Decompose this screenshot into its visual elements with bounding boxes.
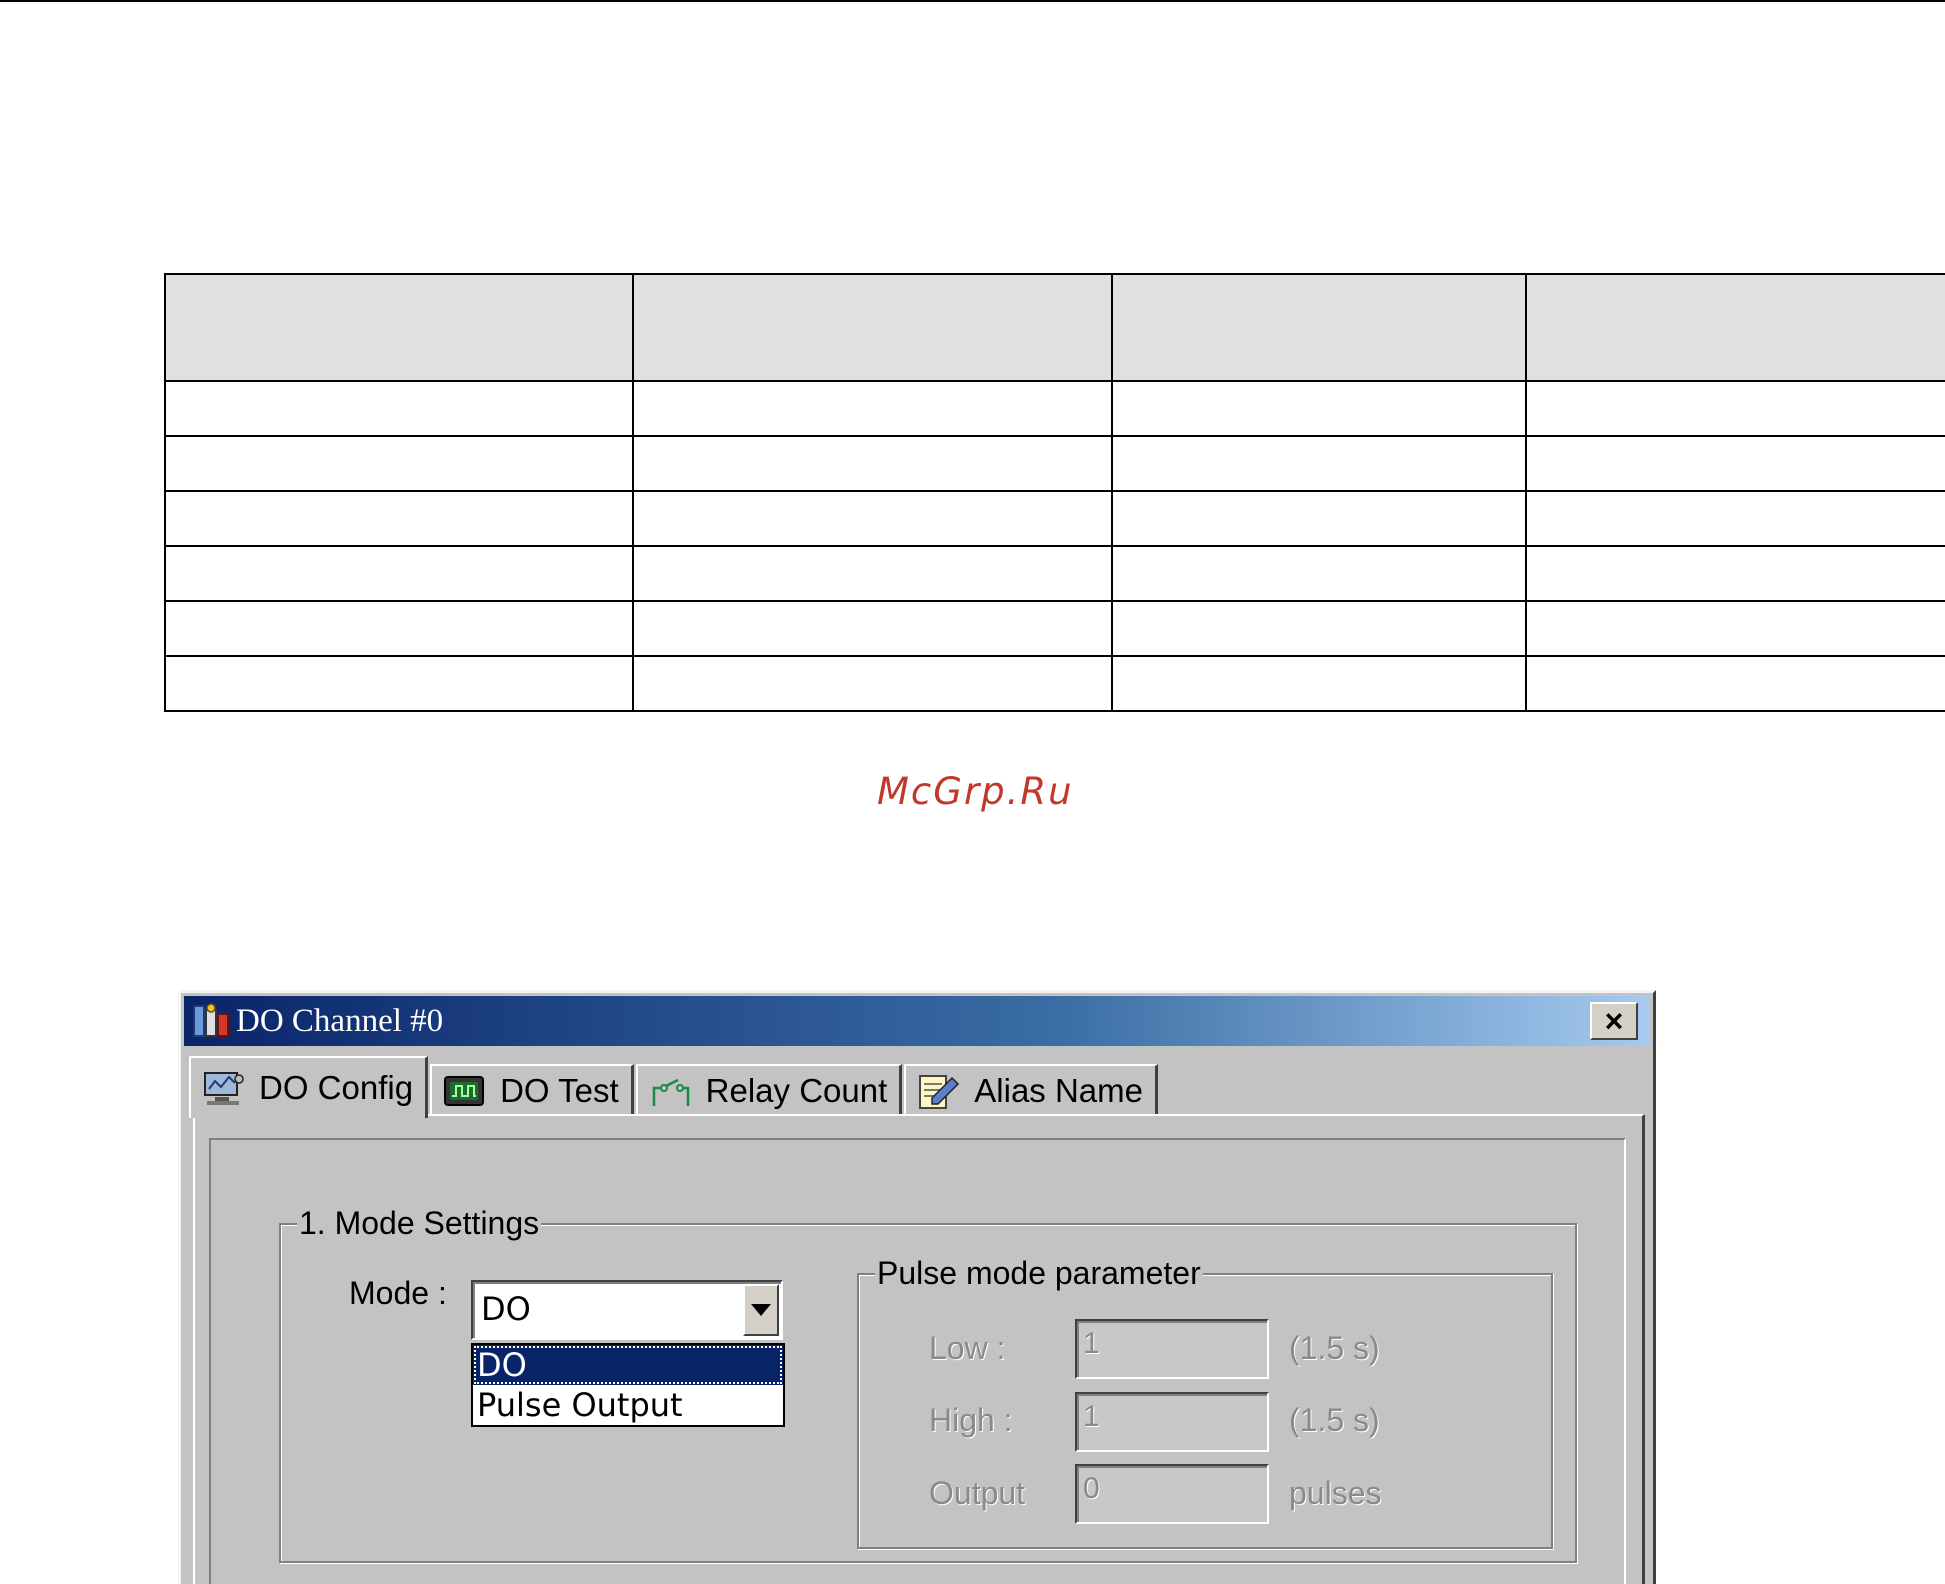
table-cell xyxy=(632,490,1113,547)
table-row xyxy=(164,435,1945,492)
table-cell xyxy=(632,380,1113,437)
table-cell xyxy=(1111,490,1527,547)
panel-inner-frame: 1. Mode Settings Mode : DO DO Pulse Outp… xyxy=(209,1138,1626,1584)
config-icon xyxy=(201,1069,245,1107)
table-cell xyxy=(1525,435,1945,492)
table-cell xyxy=(632,655,1113,712)
mode-select-value: DO xyxy=(481,1290,531,1328)
close-button[interactable]: × xyxy=(1590,1002,1638,1040)
high-input[interactable]: 1 xyxy=(1075,1392,1269,1452)
low-input-value: 1 xyxy=(1083,1327,1100,1360)
data-table xyxy=(164,273,1945,712)
oscilloscope-icon xyxy=(442,1072,486,1110)
tab-panel-do-config: 1. Mode Settings Mode : DO DO Pulse Outp… xyxy=(193,1114,1645,1584)
table-cell xyxy=(164,600,634,657)
tab-strip: DO Config DO Test Relay Count Alias Name xyxy=(189,1056,1160,1118)
high-label: High : xyxy=(929,1402,1013,1438)
table-row xyxy=(164,655,1945,712)
output-unit: pulses xyxy=(1289,1475,1382,1511)
tab-label: DO Config xyxy=(259,1069,414,1106)
table-cell xyxy=(1525,655,1945,712)
mode-settings-group: 1. Mode Settings Mode : DO DO Pulse Outp… xyxy=(279,1205,1577,1563)
table-cell xyxy=(1525,380,1945,437)
low-label: Low : xyxy=(929,1330,1006,1366)
app-icon xyxy=(192,1002,230,1040)
pulse-mode-group: Pulse mode parameter Low : 1 (1.5 s) Hig… xyxy=(857,1255,1553,1549)
table-cell xyxy=(1111,600,1527,657)
table-cell xyxy=(1111,435,1527,492)
table-row xyxy=(164,545,1945,602)
do-channel-dialog: DO Channel #0 × DO Config DO Test Relay … xyxy=(178,990,1656,1584)
table-cell xyxy=(632,600,1113,657)
table-cell xyxy=(164,490,634,547)
output-label: Output xyxy=(929,1475,1026,1511)
high-input-value: 1 xyxy=(1083,1400,1100,1433)
tab-relay-count[interactable]: Relay Count xyxy=(635,1064,903,1116)
watermark-text: McGrp.Ru xyxy=(877,770,1074,813)
tab-do-config[interactable]: DO Config xyxy=(189,1056,429,1118)
table-cell xyxy=(164,380,634,437)
table-header-cell xyxy=(632,273,1113,382)
table-row xyxy=(164,380,1945,437)
tab-label: Alias Name xyxy=(974,1072,1143,1109)
mode-dropdown-button[interactable] xyxy=(743,1284,779,1336)
title-bar[interactable]: DO Channel #0 × xyxy=(184,996,1650,1046)
mode-option-pulse-output[interactable]: Pulse Output xyxy=(473,1385,783,1425)
tab-do-test[interactable]: DO Test xyxy=(430,1064,634,1116)
close-icon: × xyxy=(1604,1003,1624,1039)
table-cell xyxy=(632,435,1113,492)
tab-alias-name[interactable]: Alias Name xyxy=(904,1064,1158,1116)
high-unit: (1.5 s) xyxy=(1289,1402,1380,1438)
table-cell xyxy=(1525,600,1945,657)
table-cell xyxy=(164,545,634,602)
table-header-cell xyxy=(1525,273,1945,382)
mode-settings-legend: 1. Mode Settings xyxy=(297,1205,542,1242)
table-cell xyxy=(632,545,1113,602)
output-input-value: 0 xyxy=(1083,1472,1100,1505)
table-header-cell xyxy=(164,273,634,382)
output-input[interactable]: 0 xyxy=(1075,1464,1269,1524)
table-cell xyxy=(164,655,634,712)
table-cell xyxy=(1525,545,1945,602)
tab-label: Relay Count xyxy=(705,1072,888,1109)
table-row xyxy=(164,600,1945,657)
table-cell xyxy=(1111,655,1527,712)
mode-label: Mode : xyxy=(349,1275,447,1311)
mode-select[interactable]: DO xyxy=(471,1280,783,1340)
table-cell xyxy=(1111,545,1527,602)
tab-label: DO Test xyxy=(500,1072,619,1109)
table-header-row xyxy=(164,273,1945,382)
dialog-title: DO Channel #0 xyxy=(236,1002,444,1039)
low-unit: (1.5 s) xyxy=(1289,1330,1380,1366)
low-input[interactable]: 1 xyxy=(1075,1319,1269,1379)
table-cell xyxy=(1525,490,1945,547)
chevron-down-icon xyxy=(751,1304,771,1316)
relay-icon xyxy=(648,1072,692,1110)
table-cell xyxy=(1111,380,1527,437)
top-rule xyxy=(0,0,1945,2)
pulse-mode-legend: Pulse mode parameter xyxy=(875,1255,1203,1292)
table-cell xyxy=(164,435,634,492)
table-header-cell xyxy=(1111,273,1527,382)
table-row xyxy=(164,490,1945,547)
mode-option-do[interactable]: DO xyxy=(473,1345,783,1385)
notepad-pencil-icon xyxy=(916,1072,960,1110)
mode-dropdown-list: DO Pulse Output xyxy=(471,1343,785,1427)
